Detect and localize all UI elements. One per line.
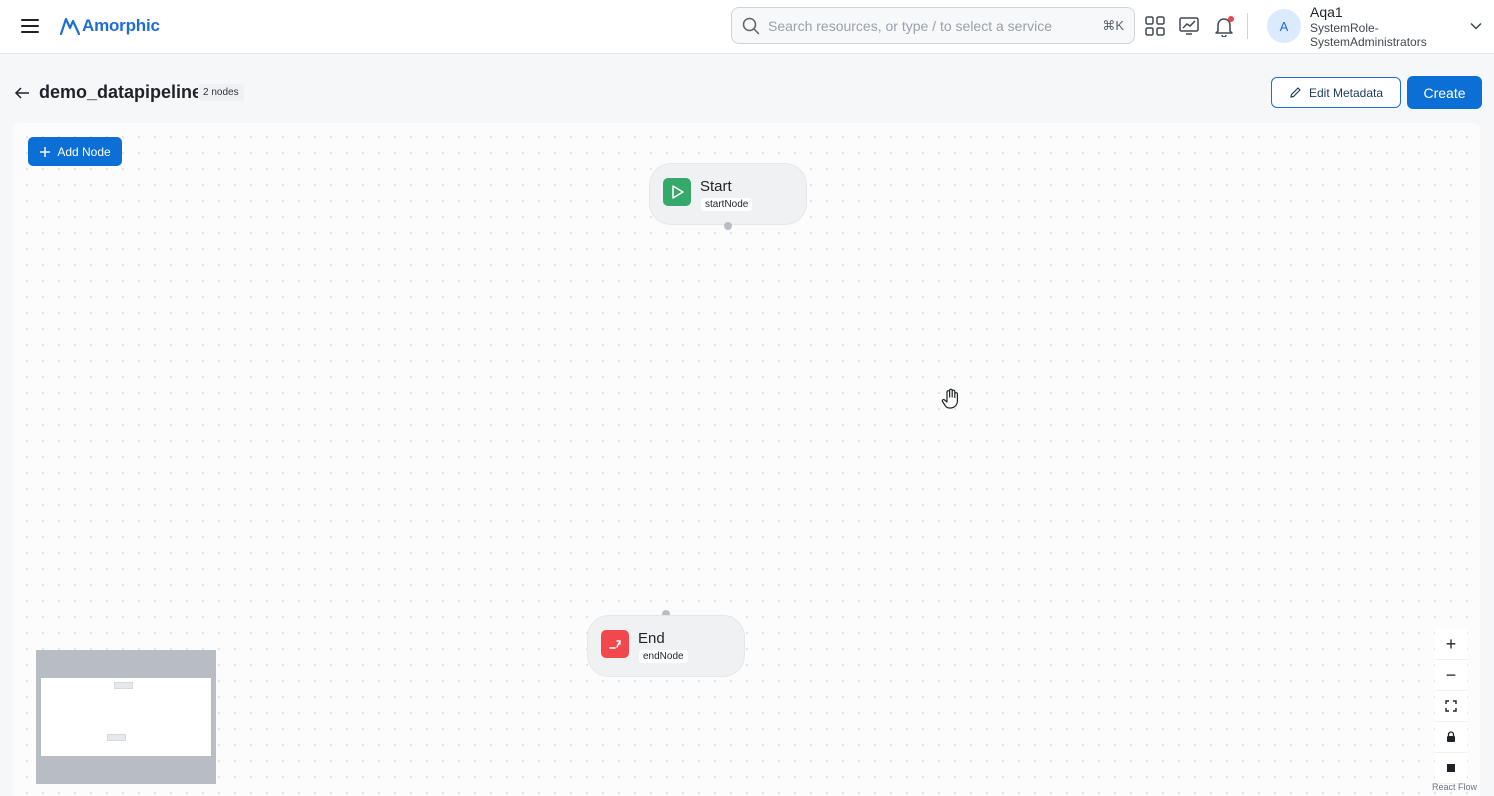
hand-cursor-icon [941, 388, 961, 410]
zoom-in-button[interactable]: + [1435, 629, 1467, 660]
user-name: Aqa1 [1310, 4, 1343, 20]
node-title: Start [700, 178, 732, 195]
menu-icon[interactable] [18, 15, 42, 39]
minimap-node [114, 682, 133, 689]
apps-grid-icon[interactable] [1144, 15, 1166, 37]
end-icon [601, 630, 629, 658]
add-node-button[interactable]: Add Node [28, 137, 122, 166]
start-node-source-handle[interactable] [724, 222, 732, 230]
toggle-button[interactable] [1435, 753, 1467, 784]
user-role: SystemRole-SystemAdministrators [1310, 21, 1427, 49]
minimap-viewport[interactable] [41, 678, 211, 756]
node-type: endNode [639, 650, 688, 663]
lock-button[interactable] [1435, 722, 1467, 753]
user-info[interactable]: Aqa1 SystemRole-SystemAdministrators [1310, 5, 1460, 49]
notification-dot [1228, 16, 1234, 22]
plus-icon [40, 146, 51, 157]
top-bar: Amorphic ⌘K A Aqa1 Syste [0, 0, 1494, 54]
lock-icon [1447, 731, 1455, 742]
chevron-down-icon[interactable] [1469, 19, 1483, 33]
add-node-label: Add Node [57, 144, 111, 159]
fit-view-icon [1445, 700, 1457, 712]
pencil-icon [1290, 87, 1301, 98]
search-shortcut: ⌘K [1102, 17, 1124, 33]
node-type: startNode [701, 198, 753, 211]
node-title: End [638, 630, 665, 647]
avatar[interactable]: A [1267, 9, 1301, 43]
global-search[interactable]: ⌘K [731, 7, 1135, 44]
edit-metadata-button[interactable]: Edit Metadata [1271, 77, 1401, 108]
minimap[interactable] [36, 650, 216, 784]
notification-bell-icon[interactable] [1213, 15, 1235, 38]
zoom-out-button[interactable]: − [1435, 660, 1467, 691]
react-flow-attribution[interactable]: React Flow [1432, 782, 1477, 792]
flow-controls: + − [1435, 629, 1467, 784]
end-node[interactable]: End endNode [587, 615, 745, 677]
search-input[interactable] [768, 17, 1103, 34]
app-name: Amorphic [82, 16, 160, 35]
back-arrow-icon[interactable] [13, 84, 31, 102]
node-count-badge: 2 nodes [198, 84, 244, 101]
minimap-node [107, 734, 126, 741]
create-button[interactable]: Create [1407, 76, 1482, 109]
analytics-icon[interactable] [1178, 15, 1200, 37]
logo-icon [60, 17, 80, 35]
square-icon [1447, 764, 1455, 772]
search-icon [742, 17, 760, 34]
play-icon [663, 178, 691, 206]
toolbar-divider [1247, 13, 1248, 39]
start-node[interactable]: Start startNode [649, 163, 807, 225]
app-logo[interactable]: Amorphic [60, 14, 160, 38]
edit-metadata-label: Edit Metadata [1308, 85, 1384, 100]
fit-view-button[interactable] [1435, 691, 1467, 722]
page-title: demo_datapipeline [39, 82, 203, 102]
